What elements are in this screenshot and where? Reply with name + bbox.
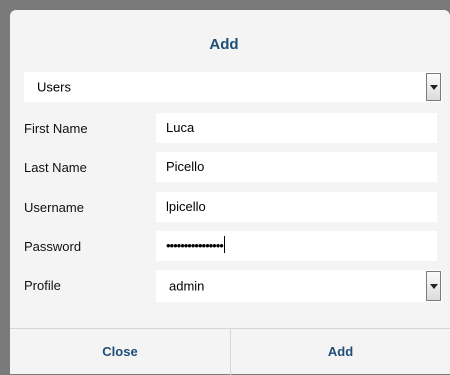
username-label: Username [24, 200, 84, 215]
dialog-title: Add [209, 36, 239, 53]
last-name-field[interactable]: Picello [156, 152, 437, 182]
text-caret [223, 236, 225, 253]
close-button[interactable]: Close [10, 329, 230, 375]
profile-label: Profile [24, 278, 61, 293]
first-name-label: First Name [24, 121, 88, 136]
password-value: •••••••••••••••• [166, 238, 224, 253]
dialog-footer: Close Add [10, 328, 450, 375]
password-field[interactable]: •••••••••••••••• [156, 231, 437, 261]
add-user-dialog: Add Users First Name Luca Last Name Pice… [10, 10, 450, 375]
chevron-down-icon[interactable] [426, 73, 441, 101]
type-select-value: Users [37, 79, 71, 95]
first-name-field[interactable]: Luca [156, 113, 437, 143]
profile-select-value: admin [169, 278, 205, 294]
chevron-down-icon[interactable] [426, 271, 441, 301]
type-select[interactable]: Users [24, 72, 442, 102]
username-field[interactable]: lpicello [156, 192, 437, 222]
last-name-label: Last Name [24, 160, 87, 175]
profile-select[interactable]: admin [156, 270, 442, 302]
add-button[interactable]: Add [231, 329, 450, 375]
password-label: Password [24, 239, 82, 254]
